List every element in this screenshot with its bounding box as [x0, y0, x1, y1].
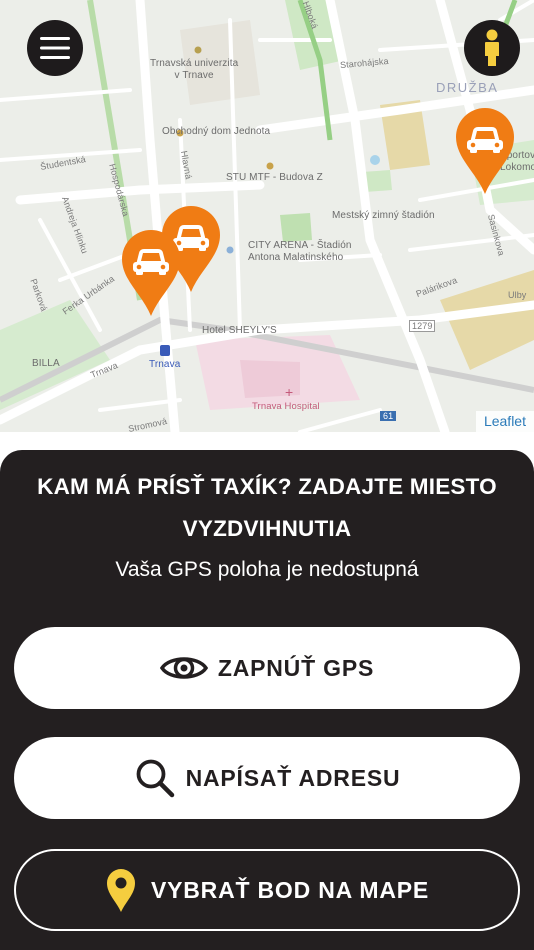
poi-city-arena: CITY ARENA - Štadión Antona Malatinského — [248, 240, 352, 263]
road-number-61: 61 — [380, 411, 397, 421]
pick-point-on-map-button[interactable]: VYBRAŤ BOD NA MAPE — [14, 849, 520, 931]
leaflet-attribution-link[interactable]: Leaflet — [475, 411, 534, 432]
poi-trnava-station: Trnava — [149, 359, 181, 370]
street-label: Ulby — [508, 290, 527, 300]
panel-title: KAM MÁ PRÍSŤ TAXÍK? ZADAJTE MIESTO VYZDV… — [37, 474, 497, 541]
user-icon — [485, 29, 499, 66]
map-pin-icon — [105, 867, 137, 913]
map-view[interactable]: + DRUŽBA Trnavská univerzita v Trnave Ob… — [0, 0, 534, 432]
taxi-marker[interactable] — [454, 106, 516, 196]
enable-gps-label: ZAPNÚŤ GPS — [217, 654, 375, 681]
poi-university: Trnavská univerzita v Trnave — [150, 58, 239, 81]
search-icon — [134, 757, 176, 799]
pick-point-label: VYBRAŤ BOD NA MAPE — [150, 876, 430, 903]
district-label: DRUŽBA — [436, 80, 499, 95]
eye-icon — [159, 653, 208, 683]
train-station-icon — [160, 345, 170, 356]
type-address-button[interactable]: NAPÍSAŤ ADRESU — [14, 737, 520, 819]
menu-button[interactable] — [27, 20, 83, 76]
map-tiles: + — [0, 0, 534, 432]
poi-jednota: Obchodný dom Jednota — [162, 126, 271, 137]
svg-text:+: + — [285, 384, 293, 400]
poi-hotel: Hotel SHEYLY'S — [202, 325, 277, 336]
hamburger-icon — [40, 37, 70, 59]
poi-winter-stadium: Mestský zimný štadión — [332, 210, 435, 221]
poi-stu: STU MTF - Budova Z — [226, 172, 323, 183]
poi-hospital: Trnava Hospital — [252, 401, 320, 412]
profile-button[interactable] — [464, 20, 520, 76]
taxi-marker[interactable] — [120, 228, 182, 318]
road-number-1279: 1279 — [409, 320, 436, 332]
poi-billa: BILLA — [32, 358, 60, 369]
enable-gps-button[interactable]: ZAPNÚŤ GPS — [14, 627, 520, 709]
gps-status-text: Vaša GPS poloha je nedostupná — [115, 558, 419, 581]
type-address-label: NAPÍSAŤ ADRESU — [185, 764, 401, 791]
